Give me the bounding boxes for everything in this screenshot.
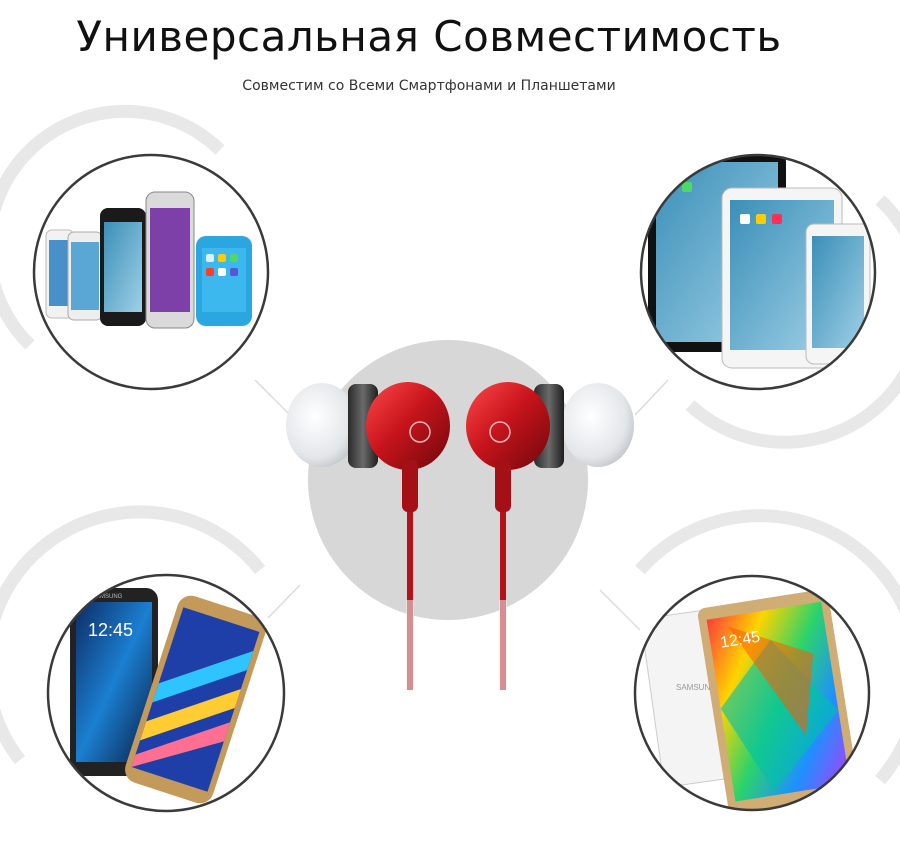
- ipads-circle: [639, 153, 877, 391]
- phone-clock: 12:45: [88, 620, 133, 640]
- compatibility-scene: 12:45 SAMSUNG SAMSUNG 12:45: [0, 104, 900, 813]
- galaxy-tab-circle: SAMSUNG 12:45: [633, 574, 871, 812]
- center-circle: [308, 340, 588, 620]
- iphones-circle: [32, 153, 270, 391]
- galaxy-phones-circle: 12:45 SAMSUNG: [46, 573, 286, 813]
